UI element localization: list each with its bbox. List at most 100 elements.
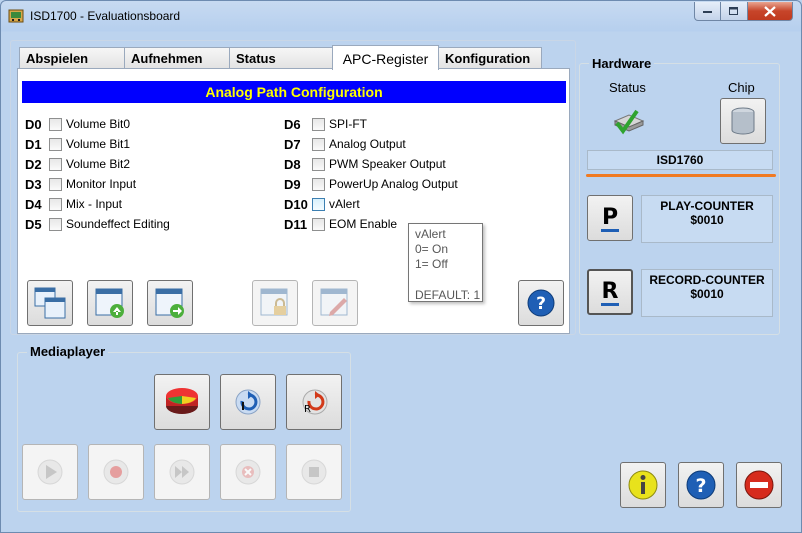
record-level-button[interactable] [154,374,210,430]
tab-abspielen[interactable]: Abspielen [19,47,125,69]
next-window-button[interactable] [147,280,193,326]
tab-label: Status [236,51,276,66]
title-bar[interactable]: ISD1700 - Evaluationsboard [1,1,801,31]
device-connected-icon [613,109,645,135]
register-row-d6: D6 SPI-FT [284,114,367,134]
record-counter-button[interactable]: R [587,269,633,315]
tab-label: Aufnehmen [131,51,203,66]
play-button[interactable] [22,444,78,500]
exit-button[interactable] [736,462,782,508]
window-forward-icon [155,288,184,318]
checkbox-volume-bit0[interactable] [49,117,62,131]
register-label: Volume Bit0 [66,117,131,131]
register-row-d2: D2 Volume Bit2 [25,154,130,174]
checkbox-pwm-speaker-output[interactable] [312,157,325,171]
record-counter-value: $0010 [690,287,724,301]
play-counter-button[interactable]: P [587,195,633,241]
tooltip-line: 0= On [415,242,449,256]
register-label: SPI-FT [329,117,367,131]
minimize-icon [702,11,712,13]
register-code: D1 [25,136,42,152]
minimize-button[interactable] [694,2,721,21]
help-icon: ? [686,470,716,500]
register-code: D4 [25,196,42,212]
record-letter-glyph: R [602,279,619,304]
record-counter-box: RECORD-COUNTER $0010 [641,269,773,317]
register-label: Analog Output [329,137,406,151]
reset-button[interactable] [220,374,276,430]
register-row-d3: D3 Monitor Input [25,174,136,194]
record-button[interactable] [88,444,144,500]
register-label: PWM Speaker Output [329,157,446,171]
register-label: Volume Bit2 [66,157,131,171]
checkbox-analog-output[interactable] [312,137,325,151]
info-icon [628,470,658,500]
help-button-apc[interactable]: ? [518,280,564,326]
edit-window-button[interactable] [312,280,358,326]
svg-text:?: ? [536,294,546,314]
help-button-main[interactable]: ? [678,462,724,508]
register-code: D9 [284,176,301,192]
register-row-d0: D0 Volume Bit0 [25,114,130,134]
chip-name-box: ISD1760 [587,150,773,170]
register-row-d8: D8 PWM Speaker Output [284,154,446,174]
record-reset-button[interactable]: R [286,374,342,430]
checkbox-eom-enable[interactable] [312,217,325,231]
chip-label: Chip [728,80,755,95]
main-window: ISD1700 - Evaluationsboard Abspielen Auf… [0,0,802,533]
chip-button[interactable] [720,98,766,144]
checkbox-mix-input[interactable] [49,197,62,211]
checkbox-volume-bit1[interactable] [49,137,62,151]
tab-konfiguration[interactable]: Konfiguration [438,47,542,69]
app-icon [8,9,24,23]
tab-label: APC-Register [342,51,429,67]
checkbox-monitor-input[interactable] [49,177,62,191]
window-title: ISD1700 - Evaluationsboard [30,9,181,23]
checkbox-spi-ft[interactable] [312,117,325,131]
register-label: vAlert [329,197,360,211]
tab-apc-register[interactable]: APC-Register [332,45,439,70]
tab-label: Konfiguration [445,51,531,66]
info-button[interactable] [620,462,666,508]
record-counter-label: RECORD-COUNTER [649,273,765,287]
register-label: Soundeffect Editing [66,217,170,231]
stop-button[interactable] [286,444,342,500]
register-row-d7: D7 Analog Output [284,134,406,154]
window-lock-icon [260,288,288,316]
register-code: D11 [284,216,308,232]
help-icon: ? [527,289,555,317]
tab-aufnehmen[interactable]: Aufnehmen [124,47,230,69]
upload-window-button[interactable] [87,280,133,326]
register-code: D6 [284,116,301,132]
svg-text:?: ? [695,475,706,497]
fast-forward-button[interactable] [154,444,210,500]
checkbox-valert[interactable] [312,197,325,211]
erase-button[interactable] [220,444,276,500]
valert-tooltip: vAlert 0= On 1= Off DEFAULT: 1 [408,223,483,302]
register-label: PowerUp Analog Output [329,177,458,191]
register-row-d9: D9 PowerUp Analog Output [284,174,458,194]
close-button[interactable] [748,2,793,21]
stop-sign-icon [744,470,774,500]
lock-window-button[interactable] [252,280,298,326]
mediaplayer-label: Mediaplayer [27,344,109,359]
checkbox-volume-bit2[interactable] [49,157,62,171]
register-code: D3 [25,176,42,192]
accent-divider [586,174,776,177]
checkbox-powerup-analog-output[interactable] [312,177,325,191]
checkbox-soundeffect-editing[interactable] [49,217,62,231]
register-code: D8 [284,156,301,172]
register-row-d11: D11 EOM Enable [284,214,397,234]
database-icon [731,107,755,135]
register-label: Monitor Input [66,177,137,191]
record-counter-icon: R [601,279,619,306]
tooltip-title: vAlert [415,227,446,241]
maximize-button[interactable] [721,2,748,21]
register-code: D0 [25,116,42,132]
play-icon [37,459,63,485]
register-row-d4: D4 Mix - Input [25,194,122,214]
copy-windows-button[interactable] [27,280,73,326]
record-icon [103,459,129,485]
tab-status[interactable]: Status [229,47,334,69]
register-row-d10: D10 vAlert [284,194,360,214]
